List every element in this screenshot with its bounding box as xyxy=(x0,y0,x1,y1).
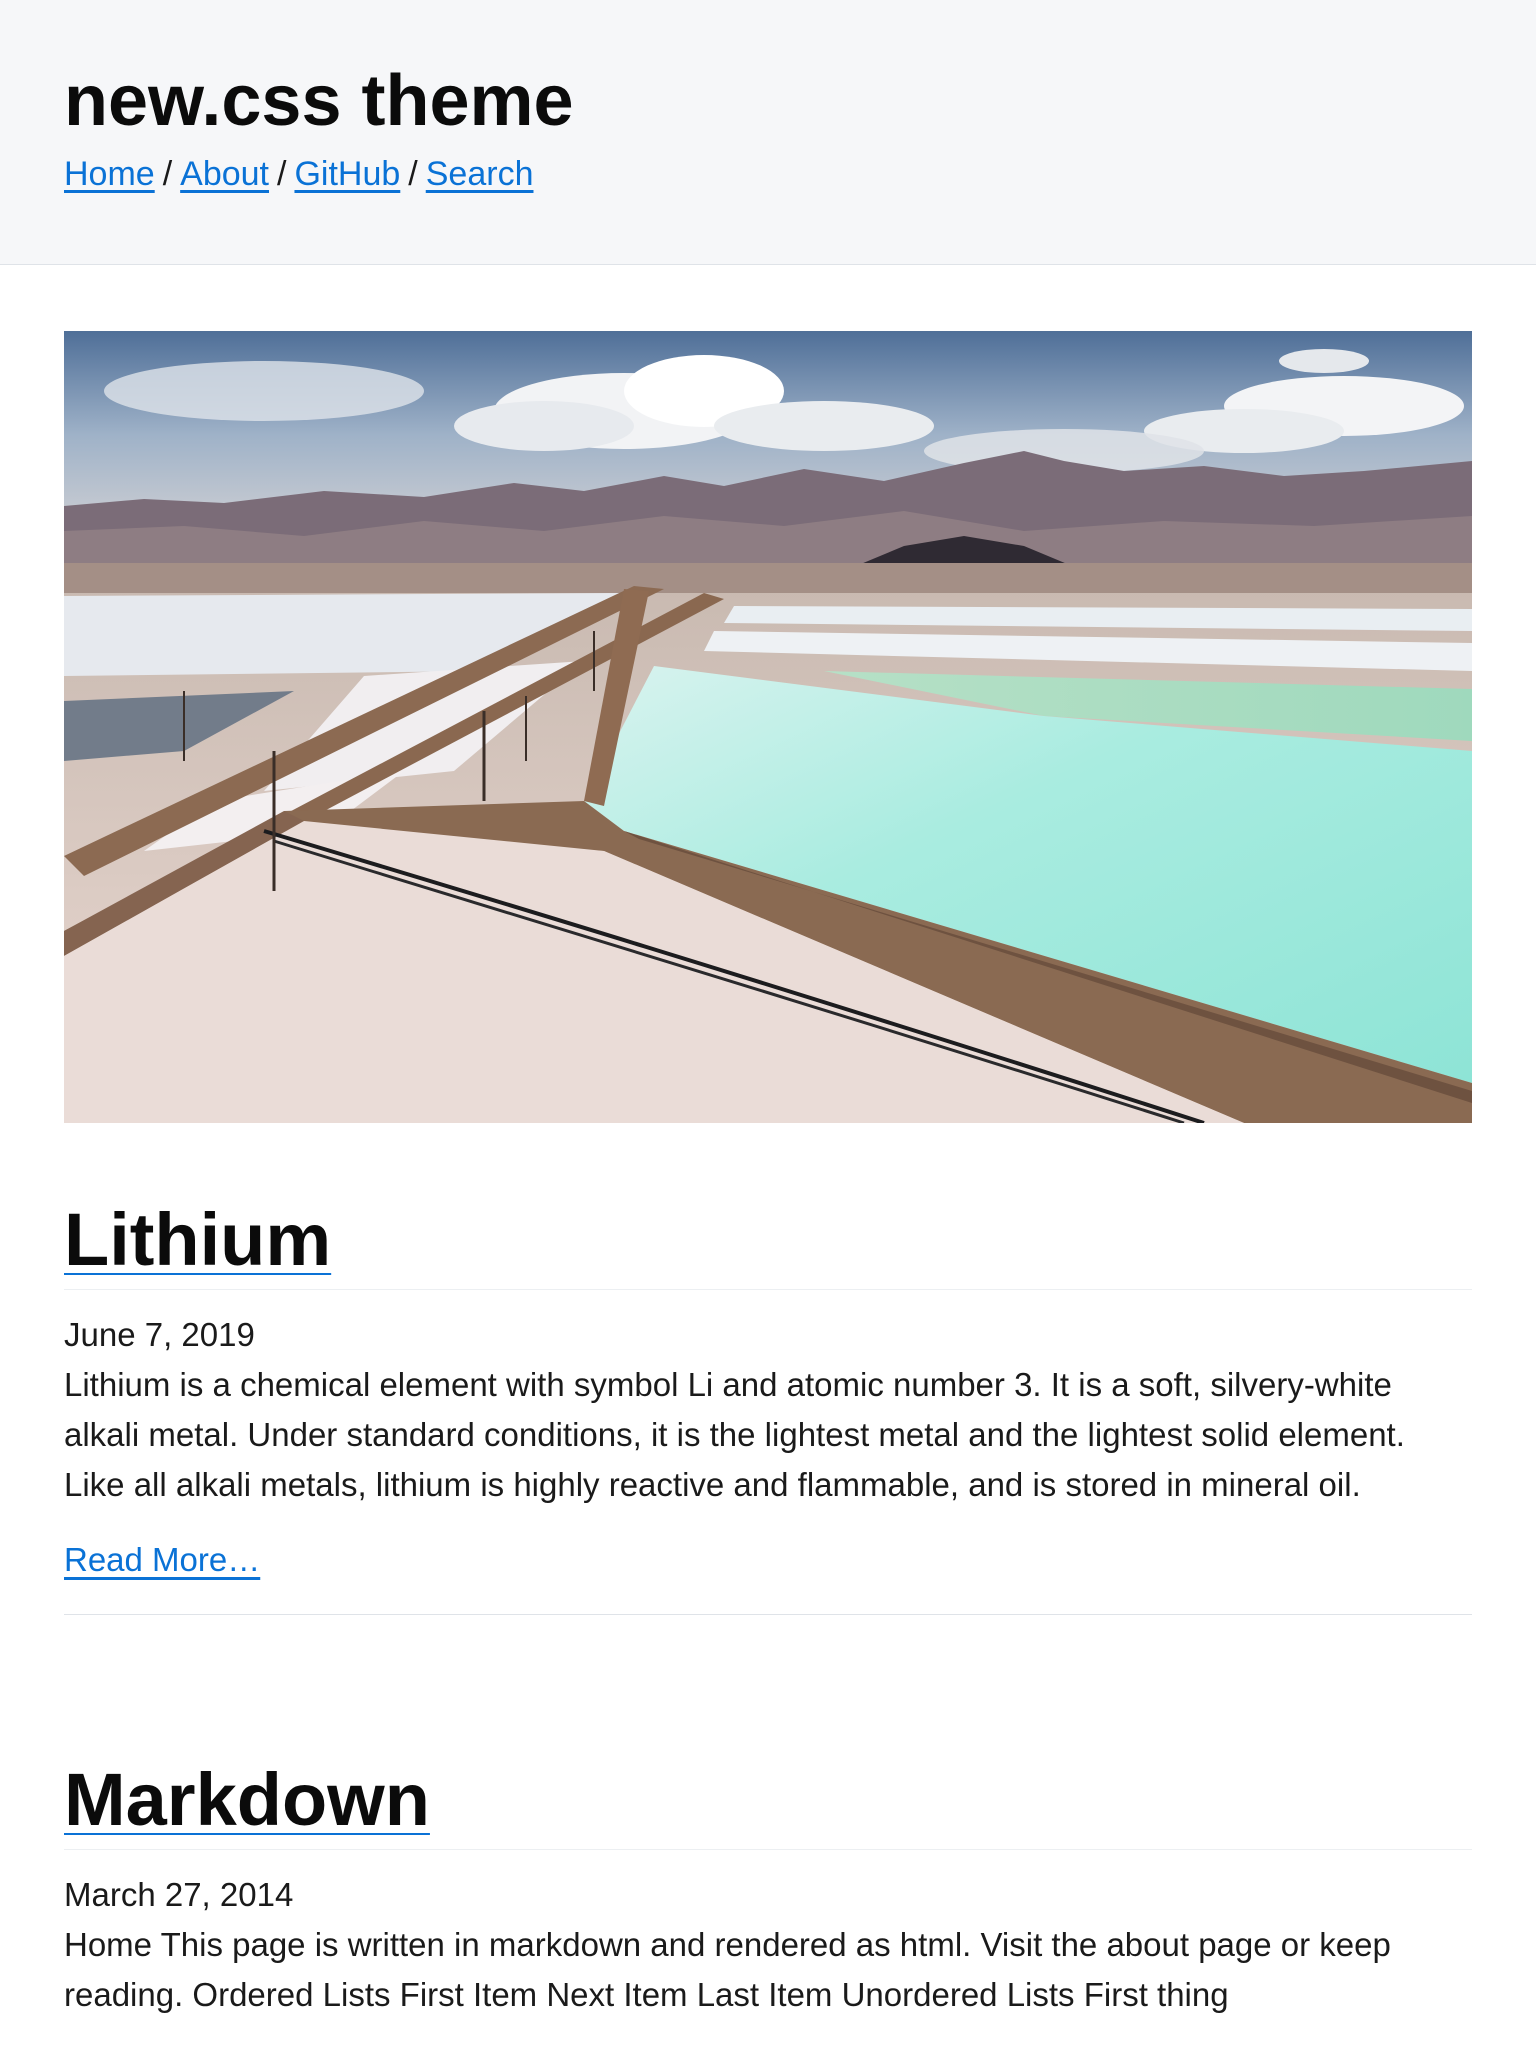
site-header: new.css theme Home / About / GitHub / Search xyxy=(0,0,1536,265)
site-title: new.css theme xyxy=(64,61,574,141)
nav-separator: / xyxy=(162,155,173,193)
post-hero-image xyxy=(64,331,1472,1123)
post-divider xyxy=(64,1614,1472,1615)
post-excerpt: Home This page is written in markdown an… xyxy=(64,1926,1391,2013)
read-more-link[interactable]: Read More… xyxy=(64,1540,260,1580)
post-date: June 7, 2019 xyxy=(64,1316,255,1353)
nav-separator: / xyxy=(277,155,287,193)
post-item-lithium: Lithium June 7, 2019 Lithium is a chemic… xyxy=(64,331,1472,1615)
post-title: Markdown xyxy=(64,1755,1472,1850)
post-title-link[interactable]: Lithium xyxy=(64,1198,331,1281)
post-date: March 27, 2014 xyxy=(64,1876,294,1913)
salt-flats-image xyxy=(64,331,1472,1123)
nav-link-home[interactable]: Home xyxy=(64,155,155,193)
post-title-link[interactable]: Markdown xyxy=(64,1758,430,1841)
nav-link-github[interactable]: GitHub xyxy=(294,155,400,193)
nav-separator: / xyxy=(408,155,418,193)
post-item-markdown: Markdown March 27, 2014 Home This page i… xyxy=(64,1755,1472,2020)
nav-link-search[interactable]: Search xyxy=(426,155,534,193)
post-excerpt: Lithium is a chemical element with symbo… xyxy=(64,1366,1405,1503)
post-title: Lithium xyxy=(64,1195,1472,1290)
site-nav: Home / About / GitHub / Search xyxy=(64,154,1472,194)
nav-link-about[interactable]: About xyxy=(180,155,269,193)
post-list: Lithium June 7, 2019 Lithium is a chemic… xyxy=(0,265,1536,2020)
